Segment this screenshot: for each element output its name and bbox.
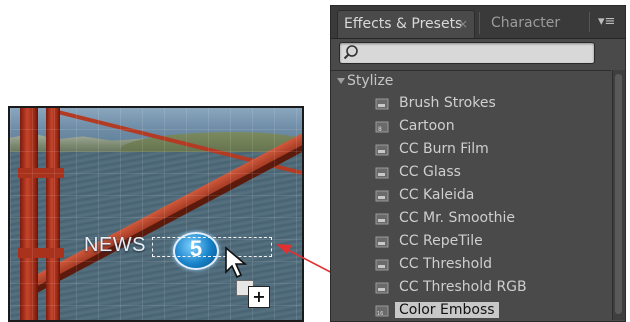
search-input[interactable] — [339, 42, 595, 64]
close-tab-icon[interactable]: × — [458, 17, 468, 31]
tab-label: Character — [491, 15, 561, 31]
effect-label: CC Glass — [399, 164, 461, 180]
tab-effects-presets[interactable]: Effects & Presets × — [337, 10, 475, 38]
search-icon — [343, 45, 358, 60]
mouse-pointer-icon — [225, 246, 248, 279]
disclosure-triangle-icon[interactable] — [337, 78, 345, 84]
list-item-cc-mr-smoothie[interactable]: CC Mr. Smoothie — [331, 208, 611, 230]
svg-text:16: 16 — [377, 311, 383, 317]
list-item-color-emboss[interactable]: 16 Color Emboss — [331, 300, 611, 322]
list-item-cc-repetile[interactable]: CC RepeTile — [331, 231, 611, 253]
effect-icon — [375, 190, 389, 202]
list-item-brush-strokes[interactable]: Brush Strokes — [331, 93, 611, 115]
category-stylize[interactable]: Stylize — [331, 71, 611, 93]
tab-label: Effects & Presets — [344, 16, 463, 32]
effect-icon — [375, 213, 389, 225]
category-label: Stylize — [347, 73, 394, 89]
tab-character[interactable]: Character — [481, 10, 573, 38]
effect-icon — [375, 236, 389, 248]
effect-label: CC Threshold — [399, 256, 492, 272]
list-item-cartoon[interactable]: 8 Cartoon — [331, 116, 611, 138]
effect-icon — [375, 259, 389, 271]
scrollbar-thumb[interactable] — [615, 74, 622, 314]
add-effect-plus-icon: + — [248, 286, 270, 308]
effects-presets-panel: Effects & Presets × Character ▾≡ Stylize… — [330, 5, 626, 322]
scrollbar[interactable] — [612, 70, 625, 320]
effect-label: CC Burn Film — [399, 141, 489, 157]
effect-label: CC RepeTile — [399, 233, 483, 249]
effect-label: CC Mr. Smoothie — [399, 210, 515, 226]
effect-label: Color Emboss — [395, 302, 499, 318]
list-item-cc-glass[interactable]: CC Glass — [331, 162, 611, 184]
effect-icon — [375, 282, 389, 294]
panel-menu-button[interactable]: ▾≡ — [589, 12, 620, 32]
effect-icon-16bit: 16 — [375, 305, 389, 317]
effect-icon-8bit: 8 — [375, 121, 389, 133]
effects-list: Stylize Brush Strokes 8 Cartoon CC Burn … — [331, 70, 611, 321]
effect-label: Cartoon — [399, 118, 455, 134]
panel-tab-bar: Effects & Presets × Character ▾≡ — [331, 6, 625, 39]
effect-icon — [375, 167, 389, 179]
effect-label: Brush Strokes — [399, 95, 496, 111]
effect-icon — [375, 144, 389, 156]
list-item-cc-kaleida[interactable]: CC Kaleida — [331, 185, 611, 207]
panel-menu-icon: ▾≡ — [598, 14, 616, 29]
effect-label: CC Kaleida — [399, 187, 475, 203]
layer-selection-box[interactable] — [152, 237, 272, 257]
composition-preview[interactable]: NEWS 5 + — [8, 106, 304, 322]
effect-icon — [375, 98, 389, 110]
list-item-cc-burn-film[interactable]: CC Burn Film — [331, 139, 611, 161]
news-text-layer[interactable]: NEWS — [84, 234, 146, 257]
effect-label: CC Threshold RGB — [399, 279, 527, 295]
list-item-cc-threshold[interactable]: CC Threshold — [331, 254, 611, 276]
svg-text:8: 8 — [378, 126, 382, 133]
list-item-cc-threshold-rgb[interactable]: CC Threshold RGB — [331, 277, 611, 299]
tab-divider — [479, 12, 480, 34]
